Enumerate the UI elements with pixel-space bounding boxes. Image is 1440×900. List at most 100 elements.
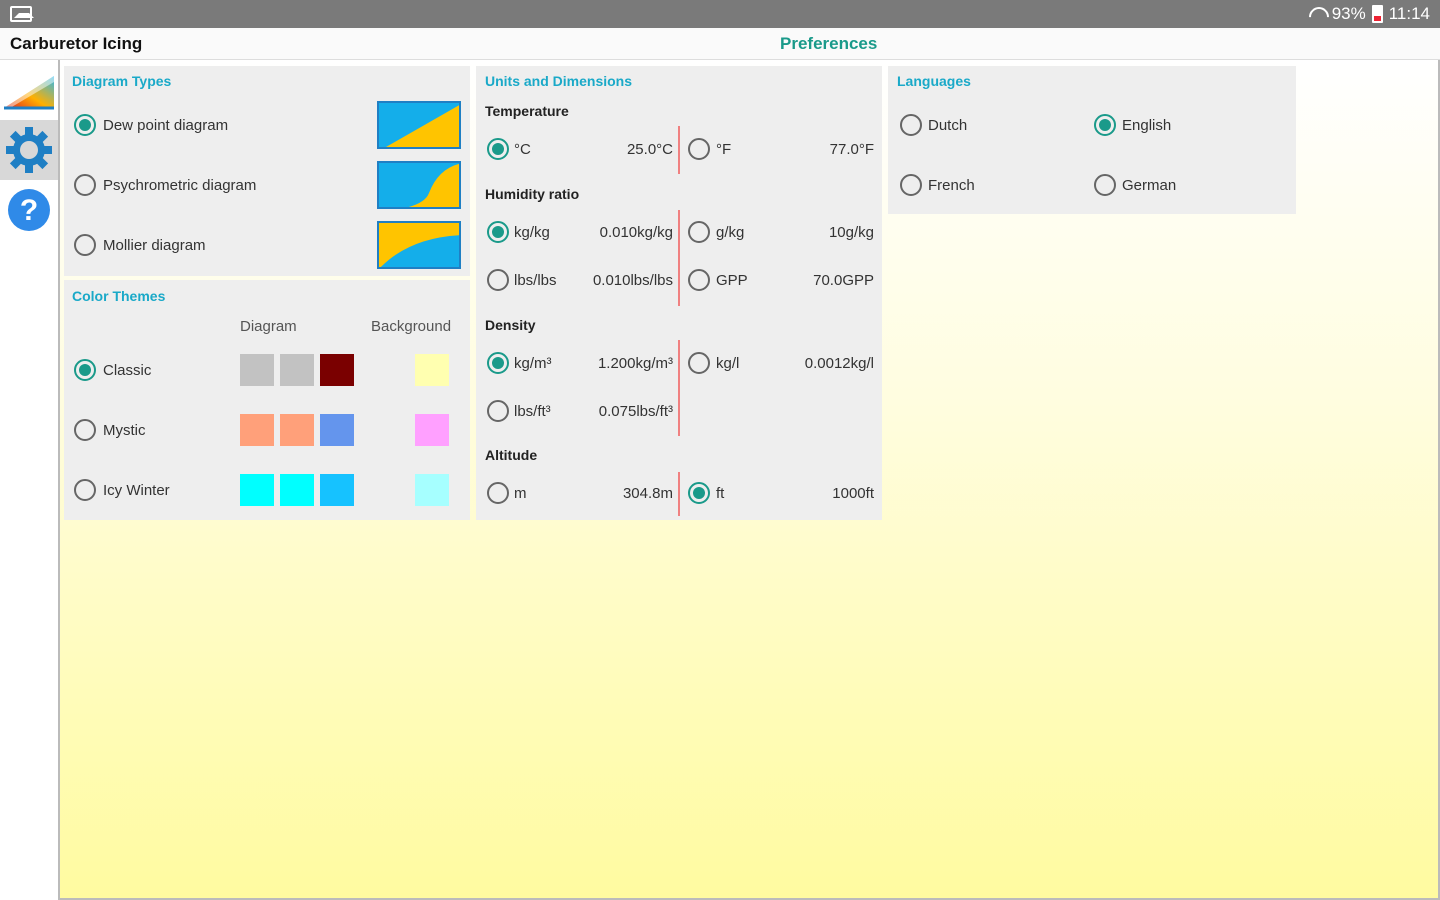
temperature-title: Temperature — [485, 103, 569, 119]
clock: 11:14 — [1388, 4, 1430, 23]
density-divider — [678, 340, 680, 436]
diagram-icon — [4, 76, 54, 110]
settings-nav-button[interactable] — [0, 120, 58, 180]
diagram-nav-button[interactable] — [0, 60, 58, 120]
mystic-background-swatch — [415, 414, 449, 446]
feet-label[interactable]: ft — [716, 485, 724, 502]
battery-percent: 93% — [1331, 4, 1366, 23]
sidebar: ? — [0, 60, 60, 900]
humidity-title: Humidity ratio — [485, 186, 580, 202]
meters-radio[interactable] — [487, 482, 509, 504]
classic-background-swatch — [415, 354, 449, 386]
kgkg-value: 0.010kg/kg — [599, 224, 673, 241]
temperature-divider — [678, 126, 680, 174]
dew-point-label[interactable]: Dew point diagram — [103, 117, 228, 134]
celsius-value: 25.0°C — [626, 141, 673, 158]
feet-radio[interactable] — [688, 482, 710, 504]
diagram-types-title: Diagram Types — [72, 73, 172, 89]
gpp-radio[interactable] — [688, 269, 710, 291]
gkg-value: 10g/kg — [828, 224, 874, 241]
mollier-label[interactable]: Mollier diagram — [103, 237, 206, 254]
density-title: Density — [485, 317, 536, 333]
dew-point-thumbnail[interactable] — [377, 101, 461, 149]
celsius-radio[interactable] — [487, 138, 509, 160]
psychrometric-radio[interactable] — [74, 174, 96, 196]
french-label[interactable]: French — [928, 177, 975, 194]
icy-winter-swatch-3 — [320, 474, 354, 506]
page-title: Preferences — [780, 34, 878, 53]
units-title: Units and Dimensions — [485, 73, 633, 89]
classic-swatch-2 — [280, 354, 314, 386]
help-icon: ? — [8, 189, 50, 231]
gear-icon — [6, 127, 52, 173]
kgl-label[interactable]: kg/l — [716, 355, 739, 372]
lbslbs-value: 0.010lbs/lbs — [592, 272, 673, 289]
german-label[interactable]: German — [1122, 177, 1176, 194]
icy-winter-swatch-1 — [240, 474, 274, 506]
psychrometric-label[interactable]: Psychrometric diagram — [103, 177, 256, 194]
meters-label[interactable]: m — [514, 485, 527, 502]
diagram-column-header: Diagram — [240, 318, 297, 335]
altitude-title: Altitude — [485, 447, 538, 463]
celsius-label[interactable]: °C — [514, 141, 531, 158]
feet-value: 1000ft — [832, 485, 874, 502]
lbsft3-label[interactable]: lbs/ft³ — [514, 403, 551, 420]
kgm3-radio[interactable] — [487, 352, 509, 374]
humidity-divider — [678, 210, 680, 306]
dutch-label[interactable]: Dutch — [928, 117, 967, 134]
fahrenheit-radio[interactable] — [688, 138, 710, 160]
main-content: Diagram Types Dew point diagram Psychrom… — [60, 60, 1440, 900]
kgkg-radio[interactable] — [487, 221, 509, 243]
kgl-radio[interactable] — [688, 352, 710, 374]
mollier-radio[interactable] — [74, 234, 96, 256]
icy-winter-theme-radio[interactable] — [74, 479, 96, 501]
classic-swatch-3 — [320, 354, 354, 386]
fahrenheit-label[interactable]: °F — [716, 141, 731, 158]
dew-point-radio[interactable] — [74, 114, 96, 136]
kgkg-label[interactable]: kg/kg — [514, 224, 550, 241]
lbsft3-radio[interactable] — [487, 400, 509, 422]
kgl-value: 0.0012kg/l — [804, 355, 874, 372]
title-bar: Carburetor Icing Preferences — [0, 28, 1440, 60]
icy-winter-theme-label[interactable]: Icy Winter — [103, 482, 170, 499]
icy-winter-swatch-2 — [280, 474, 314, 506]
gpp-value: 70.0GPP — [813, 272, 874, 289]
icy-winter-background-swatch — [415, 474, 449, 506]
gkg-label[interactable]: g/kg — [716, 224, 744, 241]
fahrenheit-value: 77.0°F — [829, 141, 874, 158]
mystic-theme-radio[interactable] — [74, 419, 96, 441]
kgm3-value: 1.200kg/m³ — [597, 355, 673, 372]
german-radio[interactable] — [1094, 174, 1116, 196]
lbslbs-radio[interactable] — [487, 269, 509, 291]
mollier-thumbnail[interactable] — [377, 221, 461, 269]
diagram-types-panel: Diagram Types Dew point diagram Psychrom… — [64, 66, 470, 276]
battery-icon — [1371, 5, 1383, 23]
languages-panel: Languages Dutch English French German — [888, 66, 1296, 214]
lbsft3-value: 0.075lbs/ft³ — [598, 403, 673, 420]
english-radio[interactable] — [1094, 114, 1116, 136]
lbslbs-label[interactable]: lbs/lbs — [514, 272, 557, 289]
classic-swatch-1 — [240, 354, 274, 386]
mystic-swatch-1 — [240, 414, 274, 446]
psychrometric-thumbnail[interactable] — [377, 161, 461, 209]
help-nav-button[interactable]: ? — [0, 180, 58, 240]
meters-value: 304.8m — [622, 485, 673, 502]
color-themes-title: Color Themes — [72, 288, 166, 304]
app-title: Carburetor Icing — [10, 34, 143, 53]
mystic-theme-label[interactable]: Mystic — [103, 422, 146, 439]
kgm3-label[interactable]: kg/m³ — [514, 355, 552, 372]
svg-text:?: ? — [20, 194, 38, 227]
status-bar: 93% 11:14 — [0, 0, 1440, 28]
gpp-label[interactable]: GPP — [716, 272, 748, 289]
wifi-icon — [1308, 6, 1326, 22]
dutch-radio[interactable] — [900, 114, 922, 136]
altitude-divider — [678, 472, 680, 516]
mystic-swatch-3 — [320, 414, 354, 446]
classic-theme-label[interactable]: Classic — [103, 362, 151, 379]
classic-theme-radio[interactable] — [74, 359, 96, 381]
french-radio[interactable] — [900, 174, 922, 196]
gallery-notification-icon — [10, 6, 34, 22]
languages-title: Languages — [897, 73, 971, 89]
english-label[interactable]: English — [1122, 117, 1171, 134]
gkg-radio[interactable] — [688, 221, 710, 243]
